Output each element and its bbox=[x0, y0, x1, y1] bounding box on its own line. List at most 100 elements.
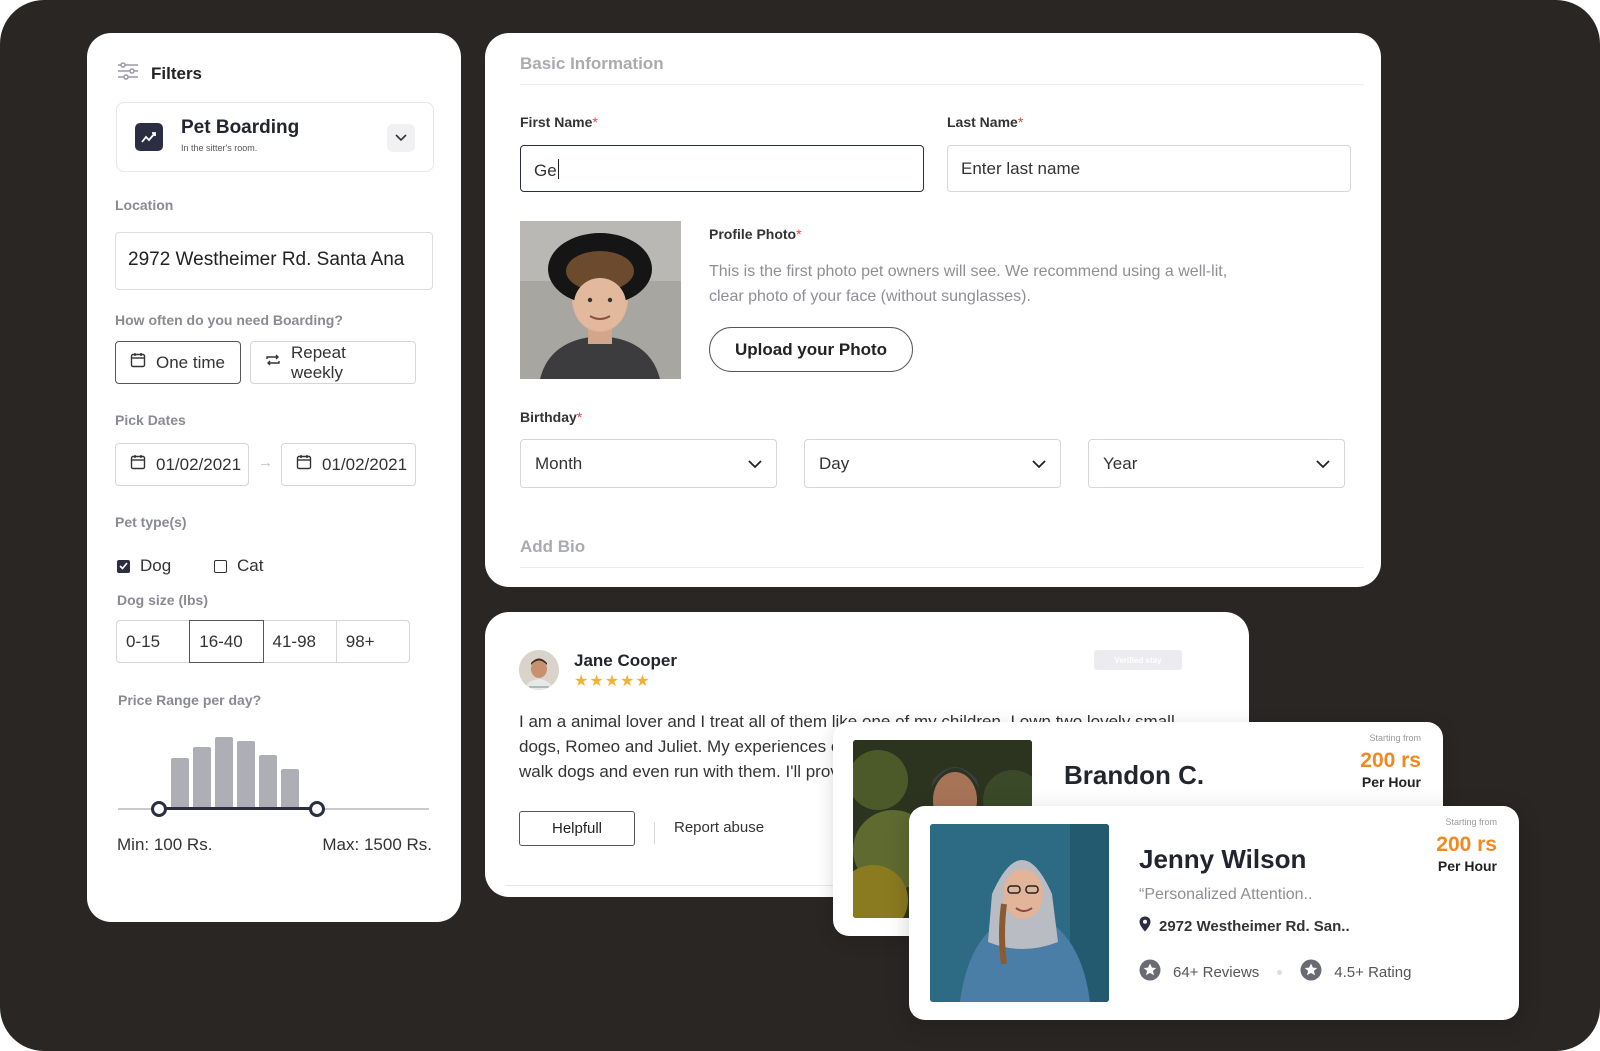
dog-label: Dog bbox=[140, 556, 172, 575]
size-option-98-plus[interactable]: 98+ bbox=[335, 620, 410, 663]
reviews-count: 64+ Reviews bbox=[1173, 963, 1260, 981]
price-from-label: Starting from bbox=[1369, 733, 1421, 743]
histogram-bar bbox=[237, 741, 255, 808]
checkbox-checked-icon bbox=[117, 559, 130, 573]
birthday-label: Birthday* bbox=[520, 409, 583, 425]
one-time-button[interactable]: One time bbox=[115, 341, 241, 384]
upload-photo-button[interactable]: Upload your Photo bbox=[709, 327, 913, 372]
basic-info-title: Basic Information bbox=[520, 54, 664, 73]
last-name-input[interactable]: Enter last name bbox=[947, 145, 1351, 192]
divider bbox=[505, 885, 845, 886]
one-time-label: One time bbox=[156, 352, 225, 372]
location-pin-icon bbox=[1139, 916, 1151, 936]
separator-dot bbox=[1277, 969, 1283, 975]
start-date-value: 01/02/2021 bbox=[156, 454, 242, 474]
dog-checkbox[interactable]: Dog bbox=[117, 556, 171, 576]
repeat-icon bbox=[265, 352, 281, 373]
helpful-button[interactable]: Helpfull bbox=[519, 811, 635, 846]
calendar-icon bbox=[130, 352, 146, 373]
service-subtitle: In the sitter's room. bbox=[181, 143, 258, 153]
rating-value: 4.5+ Rating bbox=[1334, 963, 1412, 981]
sitter-name: Jenny Wilson bbox=[1139, 844, 1307, 874]
histogram-bar bbox=[193, 747, 211, 808]
histogram-bar bbox=[215, 737, 233, 808]
app-canvas: Filters Pet Boarding In the sitter's roo… bbox=[0, 0, 1600, 1051]
frequency-label: How often do you need Boarding? bbox=[115, 312, 343, 328]
price-unit: Per Hour bbox=[1437, 858, 1497, 874]
histogram-bar bbox=[171, 758, 189, 808]
size-option-41-98[interactable]: 41-98 bbox=[262, 620, 337, 663]
pet-types-label: Pet type(s) bbox=[115, 514, 187, 530]
last-name-label: Last Name* bbox=[947, 114, 1024, 130]
add-bio-title: Add Bio bbox=[520, 537, 586, 556]
report-abuse-link[interactable]: Report abuse bbox=[674, 819, 764, 836]
price-slider-range bbox=[159, 807, 317, 810]
price-value: 200 rs bbox=[1436, 833, 1497, 856]
divider bbox=[520, 84, 1364, 85]
filters-panel: Filters Pet Boarding In the sitter's roo… bbox=[87, 33, 461, 922]
chevron-down-icon bbox=[748, 454, 762, 474]
divider bbox=[520, 567, 1364, 568]
sitter-address: 2972 Westheimer Rd. San.. bbox=[1139, 916, 1350, 936]
price-value: 200 rs bbox=[1360, 749, 1421, 772]
birthday-year-select[interactable]: Year bbox=[1088, 439, 1345, 488]
repeat-weekly-label: Repeat weekly bbox=[291, 342, 346, 382]
first-name-label: First Name* bbox=[520, 114, 598, 130]
birthday-month-select[interactable]: Month bbox=[520, 439, 777, 488]
chevron-down-icon[interactable] bbox=[387, 124, 415, 152]
star-badge-icon bbox=[1300, 959, 1322, 985]
dog-size-segmented: 0-15 16-40 41-98 98+ bbox=[116, 620, 410, 663]
start-date-field[interactable]: 01/02/2021 bbox=[115, 443, 249, 486]
reviewer-name: Jane Cooper bbox=[574, 651, 677, 670]
arrow-right-icon: → bbox=[258, 454, 273, 471]
profile-photo bbox=[520, 221, 681, 379]
chart-trend-icon bbox=[135, 123, 163, 151]
filters-header: Filters bbox=[117, 61, 202, 86]
price-min-text: Min: 100 Rs. bbox=[117, 835, 213, 854]
sliders-icon bbox=[117, 61, 139, 86]
dog-size-label: Dog size (lbs) bbox=[117, 592, 209, 608]
divider bbox=[654, 822, 655, 844]
histogram-bar bbox=[281, 769, 299, 808]
service-title: Pet Boarding bbox=[181, 117, 300, 138]
price-histogram bbox=[171, 737, 299, 808]
filters-title: Filters bbox=[151, 63, 203, 83]
chevron-down-icon bbox=[1316, 454, 1330, 474]
sitter-photo bbox=[930, 824, 1109, 1002]
profile-photo-label: Profile Photo* bbox=[709, 226, 802, 242]
birthday-day-select[interactable]: Day bbox=[804, 439, 1061, 488]
verified-badge: Verified stay bbox=[1094, 650, 1182, 670]
day-value: Day bbox=[819, 453, 850, 473]
month-value: Month bbox=[535, 453, 583, 473]
service-select[interactable]: Pet Boarding In the sitter's room. bbox=[116, 102, 434, 172]
size-option-16-40[interactable]: 16-40 bbox=[189, 620, 264, 663]
repeat-weekly-button[interactable]: Repeat weekly bbox=[250, 341, 416, 384]
sitter-card-jenny[interactable]: Jenny Wilson “Personalized Attention.. 2… bbox=[909, 806, 1519, 1020]
price-min-handle[interactable] bbox=[151, 801, 167, 817]
price-unit: Per Hour bbox=[1361, 774, 1421, 790]
price-label: Price Range per day? bbox=[118, 692, 262, 708]
checkbox-empty-icon bbox=[214, 559, 227, 573]
cat-checkbox[interactable]: Cat bbox=[214, 556, 263, 576]
calendar-icon bbox=[130, 454, 146, 475]
basic-info-panel: Basic Information First Name* Ge Last Na… bbox=[485, 33, 1381, 587]
first-name-input[interactable]: Ge bbox=[520, 145, 924, 192]
end-date-field[interactable]: 01/02/2021 bbox=[281, 443, 416, 486]
year-value: Year bbox=[1103, 453, 1138, 473]
cat-label: Cat bbox=[237, 556, 264, 575]
end-date-value: 01/02/2021 bbox=[322, 454, 408, 474]
price-from-label: Starting from bbox=[1445, 817, 1497, 827]
location-input[interactable]: 2972 Westheimer Rd. Santa Ana bbox=[115, 232, 433, 290]
chevron-down-icon bbox=[1032, 454, 1046, 474]
histogram-bar bbox=[259, 755, 277, 808]
profile-photo-description: This is the first photo pet owners will … bbox=[709, 263, 1228, 305]
location-label: Location bbox=[115, 197, 174, 213]
sitter-quote: “Personalized Attention.. bbox=[1139, 886, 1313, 903]
size-option-0-15[interactable]: 0-15 bbox=[116, 620, 191, 663]
star-badge-icon bbox=[1139, 959, 1161, 985]
sitter-name: Brandon C. bbox=[1064, 760, 1205, 790]
star-rating-icon: ★★★★★ bbox=[574, 673, 651, 690]
dates-label: Pick Dates bbox=[115, 412, 186, 428]
price-max-handle[interactable] bbox=[309, 801, 325, 817]
avatar bbox=[519, 650, 559, 690]
